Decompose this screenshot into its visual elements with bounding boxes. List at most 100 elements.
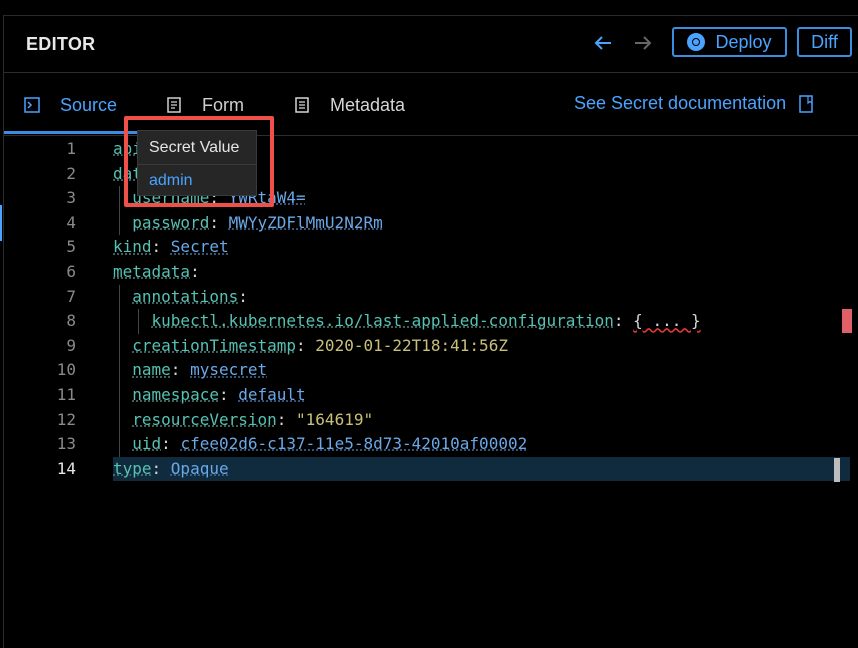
line-number: 1: [66, 139, 76, 158]
code-line[interactable]: 10 name: mysecret: [4, 358, 858, 383]
arrow-right-icon[interactable]: [632, 32, 654, 54]
line-number: 11: [56, 385, 76, 404]
code-line[interactable]: 14 type: Opaque: [4, 457, 858, 482]
code-line[interactable]: 4 password: MWYyZDFlMmU2N2Rm: [4, 211, 858, 236]
code-token: Opaque: [170, 458, 229, 478]
secret-documentation-link[interactable]: See Secret documentation: [574, 93, 814, 114]
code-token: kubectl.kubernetes.io/last-applied-confi…: [151, 311, 614, 331]
code-line[interactable]: 12 resourceVersion: "164619": [4, 408, 858, 433]
code-token: :: [170, 360, 191, 380]
code-token: resourceVersion: [132, 409, 277, 429]
code-line[interactable]: 11 namespace: default: [4, 383, 858, 408]
code-token: :: [296, 335, 316, 355]
code-text: name: mysecret: [113, 358, 267, 383]
doc-link-label: See Secret documentation: [574, 93, 787, 113]
line-number: 10: [56, 360, 76, 380]
code-token: 2020-01-22T18:41:56Z: [315, 335, 508, 355]
line-number: 4: [66, 212, 76, 232]
tab-metadata[interactable]: Metadata: [294, 93, 405, 117]
code-token: :: [613, 311, 634, 331]
code-line[interactable]: 8 kubectl.kubernetes.io/last-applied-con…: [4, 309, 858, 334]
book-icon: [799, 94, 813, 113]
code-token: cfee02d6-c137-11e5-8d73-42010af00002: [180, 434, 528, 454]
scrollbar-thumb[interactable]: [834, 458, 840, 482]
code-line[interactable]: 9 creationTimestamp: 2020-01-22T18:41:56…: [4, 334, 858, 359]
left-edge-indicator: [0, 205, 2, 241]
code-token: kind: [113, 237, 152, 257]
line-number: 5: [66, 237, 76, 257]
line-number: 2: [66, 163, 76, 183]
indent-guide: [119, 186, 120, 236]
code-token: metadata: [113, 262, 191, 281]
code-token: mysecret: [190, 360, 268, 380]
terminal-icon: [24, 97, 40, 113]
code-token: uid: [132, 434, 162, 454]
code-text: resourceVersion: "164619": [113, 408, 373, 433]
code-token: :: [238, 286, 248, 306]
arrow-left-icon[interactable]: [592, 32, 614, 54]
code-line[interactable]: 7 annotations:: [4, 285, 858, 310]
scrollbar-error-marker: [842, 309, 852, 333]
code-token: name: [132, 360, 171, 380]
code-token: :: [218, 385, 239, 404]
tooltip-value[interactable]: admin: [138, 165, 256, 197]
code-token: password: [132, 212, 210, 232]
tab-source[interactable]: Source: [24, 93, 117, 117]
code-token: :: [151, 458, 171, 478]
code-text: annotations:: [113, 285, 248, 310]
indent-guide: [119, 284, 120, 457]
code-token: default: [238, 385, 306, 404]
code-line[interactable]: 5 kind: Secret: [4, 235, 858, 260]
code-text: uid: cfee02d6-c137-11e5-8d73-42010af0000…: [113, 432, 527, 457]
tab-form[interactable]: Form: [166, 93, 244, 117]
indent-guide: [138, 309, 139, 334]
code-token: { ... }: [633, 311, 701, 331]
code-text: namespace: default: [113, 383, 306, 408]
code-text: password: MWYyZDFlMmU2N2Rm: [113, 211, 383, 236]
code-text: kubectl.kubernetes.io/last-applied-confi…: [113, 309, 701, 334]
code-text: creationTimestamp: 2020-01-22T18:41:56Z: [113, 334, 508, 359]
line-number: 9: [66, 335, 76, 355]
code-token: "164619": [296, 409, 374, 429]
document-icon: [295, 97, 309, 113]
secret-value-tooltip: Secret Value admin: [137, 130, 257, 196]
code-line[interactable]: 13 uid: cfee02d6-c137-11e5-8d73-42010af0…: [4, 432, 858, 457]
tooltip-title: Secret Value: [138, 131, 256, 165]
code-editor[interactable]: 1apiVersion: v12data:3 username: YWRtaW4…: [4, 137, 858, 648]
deploy-label: Deploy: [715, 31, 772, 52]
line-number: 13: [56, 434, 76, 454]
code-text: kind: Secret: [113, 235, 229, 260]
diff-button[interactable]: Diff: [797, 27, 852, 57]
line-number: 14: [56, 458, 76, 478]
code-line[interactable]: 6 metadata:: [4, 260, 858, 285]
code-token: :: [190, 262, 200, 281]
code-token: :: [276, 409, 297, 429]
tab-metadata-label: Metadata: [330, 94, 406, 115]
code-token: MWYyZDFlMmU2N2Rm: [228, 212, 383, 232]
code-token: :: [161, 434, 181, 454]
code-token: creationTimestamp: [132, 335, 297, 355]
code-text: type: Opaque: [113, 457, 229, 482]
editor-header: EDITOR Deploy Diff: [4, 16, 858, 73]
form-icon: [167, 97, 181, 113]
line-number: 8: [66, 311, 76, 331]
editor-title: EDITOR: [26, 34, 96, 54]
code-token: :: [151, 237, 171, 257]
deploy-button[interactable]: Deploy: [672, 27, 787, 57]
code-token: type: [113, 458, 152, 478]
editor-panel: EDITOR Deploy Diff Source Form Metadata …: [3, 15, 858, 648]
line-number: 12: [56, 409, 76, 429]
line-number: 3: [66, 188, 76, 208]
code-token: Secret: [170, 237, 229, 257]
code-text: metadata:: [113, 260, 200, 285]
line-number: 7: [66, 286, 76, 306]
deploy-icon: [687, 33, 706, 51]
active-tab-indicator: [4, 131, 137, 134]
